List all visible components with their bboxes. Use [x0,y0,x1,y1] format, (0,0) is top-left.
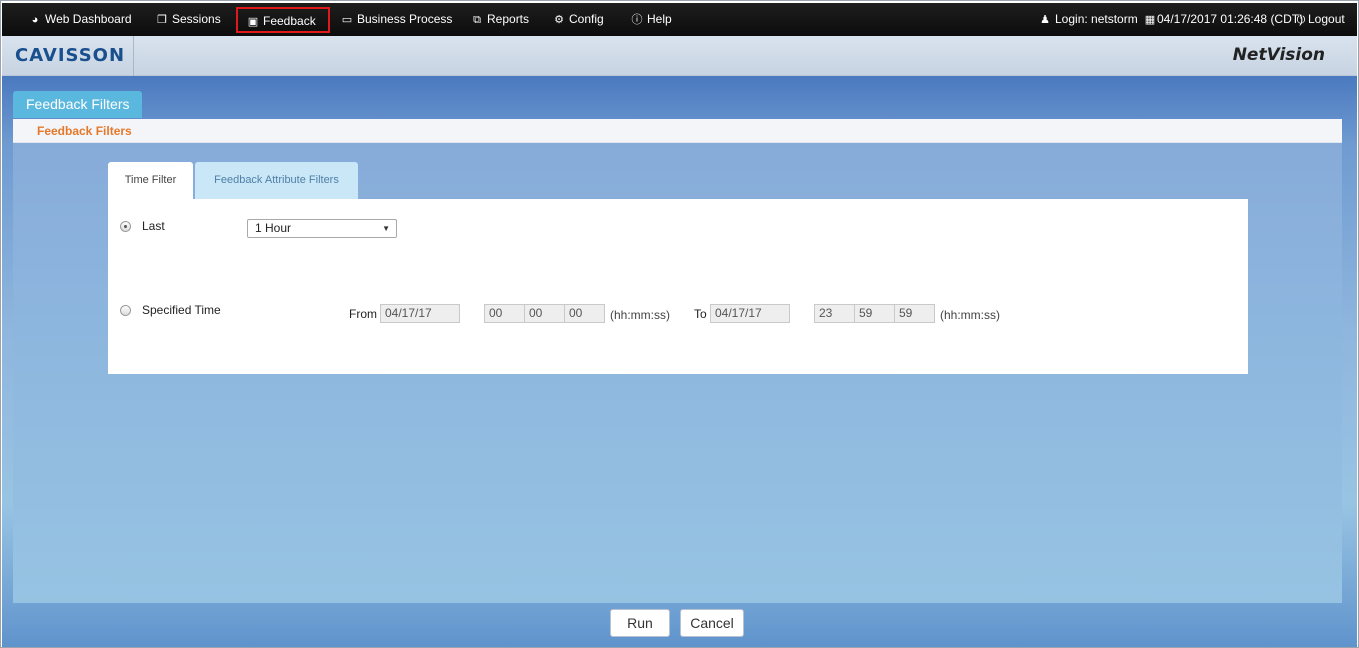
logout-link[interactable]: ⏻ Logout [1295,3,1345,36]
from-date-input[interactable]: 04/17/17 [380,304,460,323]
reports-icon: ⧉ [473,14,481,26]
tab-feedback-attribute-filters[interactable]: Feedback Attribute Filters [195,162,358,199]
from-minute-input[interactable]: 00 [524,304,565,323]
breadcrumb: Feedback Filters [13,119,1342,143]
run-button[interactable]: Run [610,609,670,637]
nav-config[interactable]: ⚙ Config [553,3,604,36]
breadcrumb-label: Feedback Filters [37,124,132,138]
nav-reports[interactable]: ⧉ Reports [471,3,529,36]
info-icon: ⓘ [631,14,643,26]
power-icon: ⏻ [1296,14,1306,26]
calendar-icon: ▦ [1144,14,1156,26]
to-minute-input[interactable]: 59 [854,304,895,323]
last-duration-select[interactable]: 1 Hour ▼ [247,219,397,238]
radio-specified-time[interactable] [120,305,131,316]
label-from: From [349,307,377,321]
label-specified-time: Specified Time [142,303,221,317]
cancel-button[interactable]: Cancel [680,609,744,637]
cavisson-logo: CAVISSON [15,45,126,66]
tab-time-filter[interactable]: Time Filter [108,162,193,199]
from-hour-input[interactable]: 00 [484,304,525,323]
label-last: Last [142,219,165,233]
to-time-format-hint: (hh:mm:ss) [940,308,1000,322]
radio-selected-dot [124,225,127,228]
id-card-icon: ▣ [247,16,259,28]
nav-help[interactable]: ⓘ Help [631,3,672,36]
main-content: Feedback Filters Feedback Filters Time F… [2,76,1357,647]
copy-icon: ❐ [157,14,167,26]
label-to: To [694,307,707,321]
last-duration-value: 1 Hour [255,221,292,235]
user-icon: ♟ [1040,14,1050,26]
to-hour-input[interactable]: 23 [814,304,855,323]
from-second-input[interactable]: 00 [564,304,605,323]
dropdown-arrow-icon: ▼ [382,224,390,233]
login-user: ♟ Login: netstorm [1039,3,1138,36]
gears-icon: ⚙ [554,14,564,26]
to-second-input[interactable]: 59 [894,304,935,323]
nav-web-dashboard[interactable]: ◕ Web Dashboard [29,3,132,36]
time-filter-form: Last 1 Hour ▼ Specified Time From 04/17/… [108,199,1248,374]
server-datetime: ▦ 04/17/2017 01:26:48 (CDT) [1144,3,1303,36]
from-time-format-hint: (hh:mm:ss) [610,308,670,322]
to-date-input[interactable]: 04/17/17 [710,304,790,323]
page-tab-feedback-filters[interactable]: Feedback Filters [13,91,143,118]
dashboard-icon: ◕ [31,14,39,26]
logo-divider [133,36,134,76]
app-window: ◕ Web Dashboard ❐ Sessions ▣ Feedback ▭ Busi… [0,0,1359,648]
nav-feedback[interactable]: ▣ Feedback [236,7,330,33]
radio-last[interactable] [120,221,131,232]
credit-card-icon: ▭ [341,14,353,26]
nav-business-process[interactable]: ▭ Business Process [341,3,453,36]
nav-sessions[interactable]: ❐ Sessions [156,3,221,36]
brand-bar: CAVISSON NetVision [2,36,1357,76]
product-name: NetVision [1232,45,1325,65]
top-navbar: ◕ Web Dashboard ❐ Sessions ▣ Feedback ▭ Busi… [2,3,1357,36]
